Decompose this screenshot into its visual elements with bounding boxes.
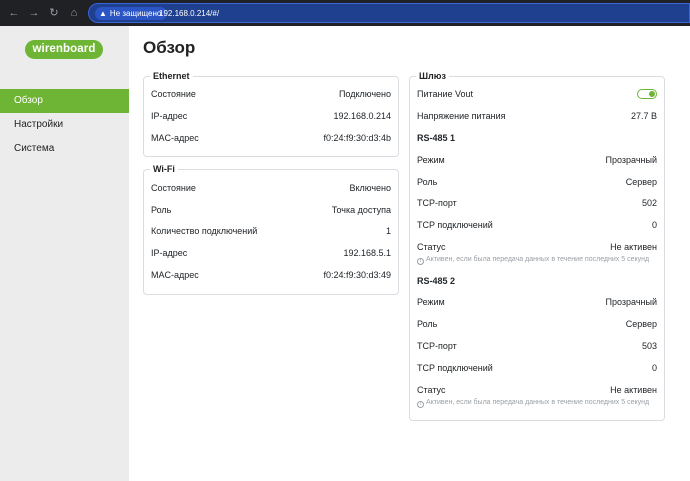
rs485-2-title: RS-485 2 (417, 276, 456, 286)
row-value: 27.7 В (630, 111, 657, 121)
row-label: TCP-порт (417, 198, 457, 208)
row-label: Количество подключений (151, 226, 258, 236)
wifi-row-status: Состояние Включено (151, 181, 391, 195)
row-label: MAC-адрес (151, 270, 199, 280)
rs2-row-mode: Режим Прозрачный (417, 295, 657, 309)
row-label: Роль (151, 205, 172, 215)
row-label: MAC-адрес (151, 133, 199, 143)
home-icon[interactable]: ⌂ (68, 7, 80, 19)
ethernet-card: Ethernet Состояние Подключено IP-адрес 1… (143, 70, 399, 157)
gateway-legend: Шлюз (416, 70, 449, 82)
voltage-row: Напряжение питания 27.7 В (417, 109, 657, 123)
ethernet-row-ip: IP-адрес 192.168.0.214 (151, 109, 391, 123)
rs2-row-port: TCP-порт 503 (417, 339, 657, 353)
power-vout-toggle[interactable] (637, 89, 657, 99)
back-icon[interactable]: ← (8, 7, 20, 19)
row-label: Питание Vout (417, 89, 474, 99)
rs2-status-hint: i Активен, если была передача данных в те… (417, 399, 657, 408)
rs2-row-tcp-connections: TCP подключений 0 (417, 361, 657, 375)
row-value: 1 (385, 226, 391, 236)
row-label: Режим (417, 297, 445, 307)
info-icon: i (417, 258, 424, 265)
row-value: Подключено (338, 89, 391, 99)
row-label: Роль (417, 319, 438, 329)
row-value: 192.168.0.214 (333, 111, 391, 121)
warning-icon: ▲ (99, 9, 107, 18)
info-icon: i (417, 401, 424, 408)
hint-text: Активен, если была передача данных в теч… (426, 399, 650, 406)
sidebar-item-settings[interactable]: Настройки (0, 113, 129, 137)
row-value: Не активен (610, 385, 657, 395)
ethernet-row-status: Состояние Подключено (151, 87, 391, 101)
address-bar[interactable]: ▲ Не защищено 192.168.0.214/#/ (88, 3, 690, 23)
wifi-row-mac: MAC-адрес f0:24:f9:30:d3:49 (151, 268, 391, 282)
forward-icon[interactable]: → (28, 7, 40, 19)
row-value: 0 (651, 220, 657, 230)
row-value: 502 (641, 198, 657, 208)
reload-icon[interactable]: ↻ (48, 7, 60, 19)
ethernet-legend: Ethernet (150, 70, 193, 82)
browser-toolbar: ← → ↻ ⌂ ▲ Не защищено 192.168.0.214/#/ (0, 0, 690, 26)
rs1-row-tcp-connections: TCP подключений 0 (417, 218, 657, 232)
row-value: Прозрачный (605, 155, 657, 165)
row-label: IP-адрес (151, 111, 188, 121)
row-label: Роль (417, 177, 438, 187)
rs2-row-role: Роль Сервер (417, 317, 657, 331)
row-value: f0:24:f9:30:d3:4b (323, 133, 391, 143)
row-value: Сервер (625, 319, 657, 329)
toggle-knob (649, 91, 655, 97)
row-value: 503 (641, 341, 657, 351)
row-label: Режим (417, 155, 445, 165)
row-value: Точка доступа (331, 205, 391, 215)
row-label: Состояние (151, 89, 196, 99)
rs1-status-hint: i Активен, если была передача данных в те… (417, 256, 657, 265)
rs1-row-role: Роль Сервер (417, 175, 657, 189)
page-title: Обзор (143, 38, 196, 57)
rs1-row-port: TCP-порт 502 (417, 196, 657, 210)
row-value: 0 (651, 363, 657, 373)
wifi-row-role: Роль Точка доступа (151, 203, 391, 217)
row-value: 192.168.5.1 (343, 248, 391, 258)
logo[interactable]: wirenboard (25, 40, 103, 59)
sidebar-item-system[interactable]: Система (0, 137, 129, 161)
rs1-row-mode: Режим Прозрачный (417, 153, 657, 167)
wifi-legend: Wi-Fi (150, 163, 178, 175)
row-label: Статус (417, 385, 446, 395)
sidebar-item-overview[interactable]: Обзор (0, 89, 129, 113)
wifi-row-ip: IP-адрес 192.168.5.1 (151, 246, 391, 260)
wifi-row-connections: Количество подключений 1 (151, 224, 391, 238)
rs1-row-status: Статус Не активен (417, 240, 657, 254)
sidebar: wirenboard Обзор Настройки Система (0, 26, 129, 481)
row-label: TCP-порт (417, 341, 457, 351)
row-value: Включено (349, 183, 391, 193)
rs485-1-title: RS-485 1 (417, 133, 456, 143)
ethernet-row-mac: MAC-адрес f0:24:f9:30:d3:4b (151, 131, 391, 145)
security-badge[interactable]: ▲ Не защищено (95, 7, 168, 20)
row-label: Состояние (151, 183, 196, 193)
row-value: Прозрачный (605, 297, 657, 307)
row-value: Не активен (610, 242, 657, 252)
row-label: TCP подключений (417, 220, 493, 230)
power-vout-row: Питание Vout (417, 87, 657, 101)
row-label: Напряжение питания (417, 111, 506, 121)
rs2-row-status: Статус Не активен (417, 383, 657, 397)
row-label: Статус (417, 242, 446, 252)
row-label: IP-адрес (151, 248, 188, 258)
gateway-card: Шлюз Питание Vout Напряжение питания 27.… (409, 70, 665, 421)
row-value: Сервер (625, 177, 657, 187)
hint-text: Активен, если была передача данных в теч… (426, 256, 650, 263)
url-text[interactable]: 192.168.0.214/#/ (159, 7, 219, 20)
row-value: f0:24:f9:30:d3:49 (323, 270, 391, 280)
wifi-card: Wi-Fi Состояние Включено Роль Точка дост… (143, 163, 399, 295)
row-label: TCP подключений (417, 363, 493, 373)
security-label: Не защищено (109, 9, 162, 18)
